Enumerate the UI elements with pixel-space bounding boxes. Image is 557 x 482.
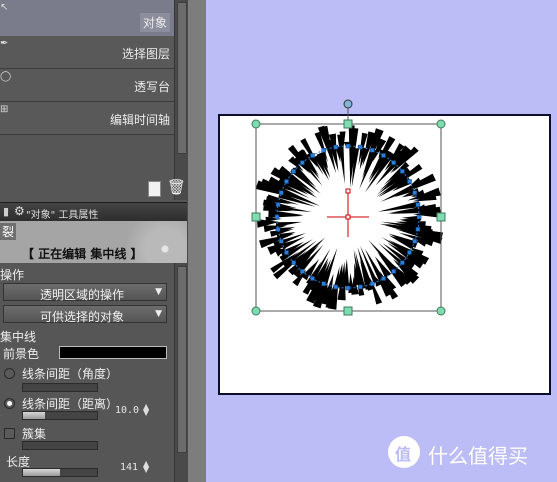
sub-tool-label: 编辑时间轴	[109, 113, 170, 127]
panel-divider[interactable]	[187, 0, 206, 482]
dropdown-value: 可供选择的对象	[40, 310, 125, 324]
spacing-angle-slider[interactable]	[22, 383, 98, 392]
pen-icon: ✒	[0, 38, 9, 49]
banner-char: 裂	[0, 223, 17, 240]
foreground-color-swatch[interactable]	[59, 346, 167, 359]
properties-scrollbar[interactable]	[174, 263, 187, 482]
tool-property-header: ▮ ⚙ "对象" 工具属性	[0, 202, 187, 221]
canvas-page[interactable]	[218, 114, 551, 395]
pointer-icon: ↖	[0, 2, 9, 13]
slider-fill	[23, 412, 46, 419]
spin-arrows-icon[interactable]: ▲ ▼	[143, 460, 149, 474]
dropdown-value: 透明区域的操作	[40, 288, 125, 302]
plus-icon: ⊞	[0, 104, 9, 115]
bundle-label: 簇集	[22, 427, 47, 441]
length-value[interactable]: 141	[120, 462, 138, 473]
bulb-icon: ◯	[0, 71, 12, 82]
operation-section-label: 操作	[0, 268, 25, 282]
scrollbar-thumb[interactable]	[177, 266, 187, 453]
left-tool-panel: ↖ 对象 ✒ 选择图层 ◯ 透写台 ⊞ 编辑时间轴 🗑 ▮ ⚙ "对象" 工具属…	[0, 0, 187, 482]
sub-tool-item-object[interactable]: ↖ 对象	[0, 0, 174, 37]
selectable-object-dropdown[interactable]: 可供选择的对象 ▼	[3, 305, 167, 324]
rotation-handle[interactable]	[343, 99, 353, 109]
spacing-distance-value[interactable]: 10.0	[115, 405, 139, 416]
sub-tool-item-light-table[interactable]: ◯ 透写台	[0, 69, 174, 102]
spin-arrows-icon[interactable]: ▲ ▼	[143, 403, 149, 417]
spacing-distance-label: 线条间距（距离）	[22, 397, 119, 411]
watermark-logo-char: 值	[395, 445, 412, 464]
editing-banner: 裂 【 正在编辑 集中线 】	[0, 221, 187, 263]
sub-tool-label: 透写台	[133, 80, 170, 94]
spacing-distance-radio[interactable]	[4, 398, 15, 409]
sub-tool-item-select-layer[interactable]: ✒ 选择图层	[0, 36, 174, 69]
sub-tool-item-edit-timeline[interactable]: ⊞ 编辑时间轴	[0, 102, 174, 135]
spacing-angle-radio[interactable]	[4, 368, 15, 379]
bundle-slider[interactable]	[22, 441, 98, 450]
sub-tool-scrollbar[interactable]	[174, 0, 187, 200]
slider-fill	[23, 469, 60, 476]
trash-icon[interactable]: 🗑	[167, 178, 186, 196]
chevron-down-icon: ▼	[155, 309, 162, 319]
sub-tool-label: 选择图层	[121, 47, 170, 61]
spacing-distance-slider[interactable]	[22, 411, 98, 420]
panel-tab-icon[interactable]: ▮	[3, 205, 9, 218]
watermark: 值 什么值得买	[388, 436, 553, 474]
focus-lines-section-label: 集中线	[0, 330, 37, 344]
tool-properties: 操作 透明区域的操作 ▼ 可供选择的对象 ▼ 集中线 前景色 线条间距（角度） …	[0, 263, 174, 482]
gear-icon[interactable]: ⚙	[14, 204, 25, 218]
transparent-area-dropdown[interactable]: 透明区域的操作 ▼	[3, 283, 167, 302]
sub-tool-label: 对象	[139, 13, 170, 32]
watermark-logo: 值	[388, 436, 420, 468]
panel-title: "对象" 工具属性	[26, 210, 99, 221]
swatch-fill	[60, 347, 166, 358]
chevron-down-icon: ▼	[155, 287, 162, 297]
watermark-text: 什么值得买	[428, 444, 528, 468]
editing-label: 【 正在编辑 集中线 】	[22, 247, 143, 261]
spacing-angle-label: 线条间距（角度）	[22, 367, 119, 381]
length-slider[interactable]	[22, 468, 98, 477]
bundle-checkbox[interactable]	[4, 428, 15, 439]
scrollbar-thumb[interactable]	[177, 2, 187, 154]
foreground-color-label: 前景色	[3, 347, 40, 361]
new-sub-tool-button[interactable]	[148, 181, 161, 197]
